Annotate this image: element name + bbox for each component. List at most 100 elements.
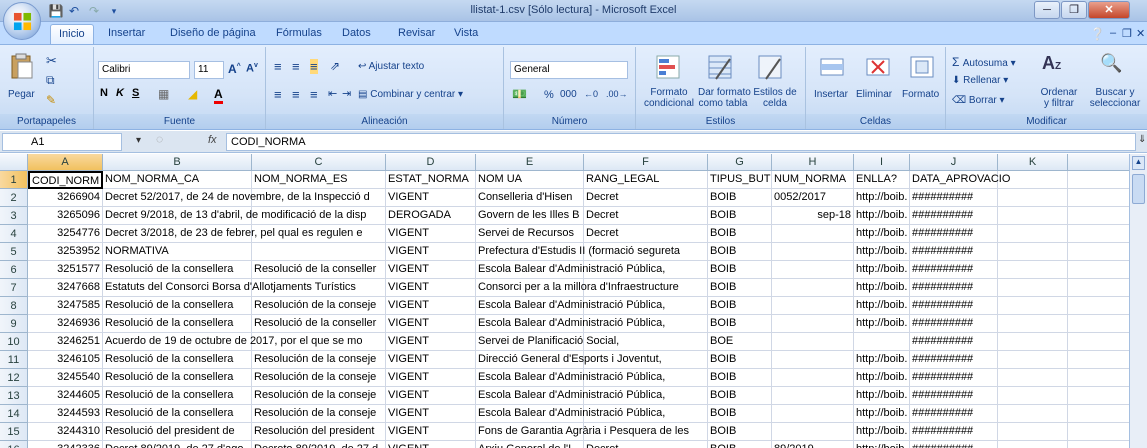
cell-empty[interactable]	[1068, 207, 1129, 225]
cell-e9[interactable]: Escola Balear d'Administració Pública,	[476, 315, 665, 333]
align-center-icon[interactable]: ≡	[292, 87, 300, 102]
paste-icon[interactable]	[8, 53, 36, 81]
cell-e7[interactable]: Consorci per a la millora d'Infraestruct…	[476, 279, 679, 297]
column-header-j[interactable]: J	[910, 154, 998, 171]
close-button[interactable]: ✕	[1088, 1, 1130, 19]
column-header-f[interactable]: F	[584, 154, 708, 171]
cell-empty[interactable]	[1068, 261, 1129, 279]
format-painter-icon[interactable]: ✎	[46, 93, 56, 107]
cell-h3[interactable]: sep-18	[772, 207, 854, 225]
scroll-thumb[interactable]	[1132, 174, 1145, 204]
cell-k3[interactable]	[998, 207, 1068, 225]
cell-d14[interactable]: VIGENT	[386, 405, 476, 423]
cell-empty[interactable]	[1068, 387, 1129, 405]
cell-empty[interactable]	[1068, 243, 1129, 261]
cell-empty[interactable]	[1068, 279, 1129, 297]
cell-a8[interactable]: 3247585	[28, 297, 103, 315]
ribbon-close-icon[interactable]: ✕	[1136, 27, 1145, 44]
column-header-d[interactable]: D	[386, 154, 476, 171]
cell-a2[interactable]: 3266904	[28, 189, 103, 207]
cell-c1[interactable]: NOM_NORMA_ES	[252, 171, 386, 189]
cell-b11[interactable]: Resolució de la consellera	[103, 351, 252, 369]
cell-h4[interactable]	[772, 225, 854, 243]
italic-icon[interactable]: K	[116, 87, 124, 99]
wrap-text-button[interactable]: ↩ Ajustar texto	[358, 61, 424, 72]
row-header[interactable]: 8	[0, 297, 28, 315]
cell-i10[interactable]	[854, 333, 910, 351]
cell-h16[interactable]: 89/2019	[772, 441, 854, 448]
bold-icon[interactable]: N	[100, 87, 108, 99]
maximize-button[interactable]: ❐	[1061, 1, 1087, 19]
cell-k5[interactable]	[998, 243, 1068, 261]
cell-k12[interactable]	[998, 369, 1068, 387]
cell-i1[interactable]: ENLLA?	[854, 171, 910, 189]
select-all-corner[interactable]	[0, 154, 28, 171]
cell-styles-icon[interactable]	[756, 53, 784, 81]
cell-k6[interactable]	[998, 261, 1068, 279]
cell-k13[interactable]	[998, 387, 1068, 405]
cell-j8[interactable]: ##########	[910, 297, 998, 315]
cell-k4[interactable]	[998, 225, 1068, 243]
table-format-button[interactable]: Dar formato como tabla	[698, 87, 751, 109]
cell-f1[interactable]: RANG_LEGAL	[584, 171, 708, 189]
increase-decimal-icon[interactable]: ←0	[584, 89, 598, 99]
cell-h2[interactable]: 0052/2017	[772, 189, 854, 207]
cell-e8[interactable]: Escola Balear d'Administració Pública,	[476, 297, 665, 315]
cell-k8[interactable]	[998, 297, 1068, 315]
cell-b15[interactable]: Resolució del president de	[103, 423, 252, 441]
cell-h1[interactable]: NUM_NORMA	[772, 171, 854, 189]
cell-g3[interactable]: BOIB	[708, 207, 772, 225]
format-cells-label[interactable]: Formato	[902, 89, 939, 100]
cell-d1[interactable]: ESTAT_NORMA	[386, 171, 476, 189]
align-bottom-icon[interactable]: ≡	[310, 59, 318, 74]
cell-c14[interactable]: Resolución de la conseje	[252, 405, 386, 423]
find-select-button[interactable]: Buscar y seleccionar	[1086, 87, 1144, 109]
cell-i12[interactable]: http://boib.	[854, 369, 910, 387]
cell-d9[interactable]: VIGENT	[386, 315, 476, 333]
decrease-decimal-icon[interactable]: .00→	[606, 89, 628, 99]
cell-b3[interactable]: Decret 9/2018, de 13 d'abril, de modific…	[103, 207, 366, 225]
cell-a5[interactable]: 3253952	[28, 243, 103, 261]
cell-f4[interactable]: Decret	[584, 225, 708, 243]
row-header[interactable]: 14	[0, 405, 28, 423]
align-middle-icon[interactable]: ≡	[292, 59, 300, 74]
sort-filter-button[interactable]: Ordenar y filtrar	[1034, 87, 1084, 109]
cell-empty[interactable]	[1068, 369, 1129, 387]
cell-a16[interactable]: 3242336	[28, 441, 103, 448]
cell-b5[interactable]: NORMATIVA	[103, 243, 252, 261]
cell-f3[interactable]: Decret	[584, 207, 708, 225]
cell-b8[interactable]: Resolució de la consellera	[103, 297, 252, 315]
cell-k2[interactable]	[998, 189, 1068, 207]
align-top-icon[interactable]: ≡	[274, 59, 282, 74]
row-header[interactable]: 11	[0, 351, 28, 369]
underline-icon[interactable]: S	[132, 87, 139, 99]
formula-input[interactable]: CODI_NORMA	[226, 133, 1136, 151]
increase-indent-icon[interactable]: ⇥	[342, 87, 351, 100]
cell-a13[interactable]: 3244605	[28, 387, 103, 405]
tab-inicio[interactable]: Inicio	[50, 24, 94, 44]
cell-i5[interactable]: http://boib.	[854, 243, 910, 261]
thousands-button[interactable]: 000	[560, 89, 577, 100]
cell-i2[interactable]: http://boib.	[854, 189, 910, 207]
cell-d7[interactable]: VIGENT	[386, 279, 476, 297]
ribbon-restore-icon[interactable]: ❐	[1122, 27, 1132, 44]
cell-a9[interactable]: 3246936	[28, 315, 103, 333]
cell-g1[interactable]: TIPUS_BUTLL	[708, 171, 772, 189]
cell-c15[interactable]: Resolución del president	[252, 423, 386, 441]
cell-g15[interactable]: BOIB	[708, 423, 772, 441]
column-header-e[interactable]: E	[476, 154, 584, 171]
cell-a7[interactable]: 3247668	[28, 279, 103, 297]
accounting-format-icon[interactable]: 💵	[512, 87, 527, 101]
cell-g4[interactable]: BOIB	[708, 225, 772, 243]
cell-e14[interactable]: Escola Balear d'Administració Pública,	[476, 405, 665, 423]
cell-k16[interactable]	[998, 441, 1068, 448]
column-header-b[interactable]: B	[103, 154, 252, 171]
cell-h15[interactable]	[772, 423, 854, 441]
sort-filter-icon[interactable]: AZ	[1042, 53, 1061, 74]
cell-g10[interactable]: BOE	[708, 333, 772, 351]
cell-e6[interactable]: Escola Balear d'Administració Pública,	[476, 261, 665, 279]
cell-empty[interactable]	[1068, 333, 1129, 351]
cell-j9[interactable]: ##########	[910, 315, 998, 333]
row-header[interactable]: 9	[0, 315, 28, 333]
cell-k14[interactable]	[998, 405, 1068, 423]
